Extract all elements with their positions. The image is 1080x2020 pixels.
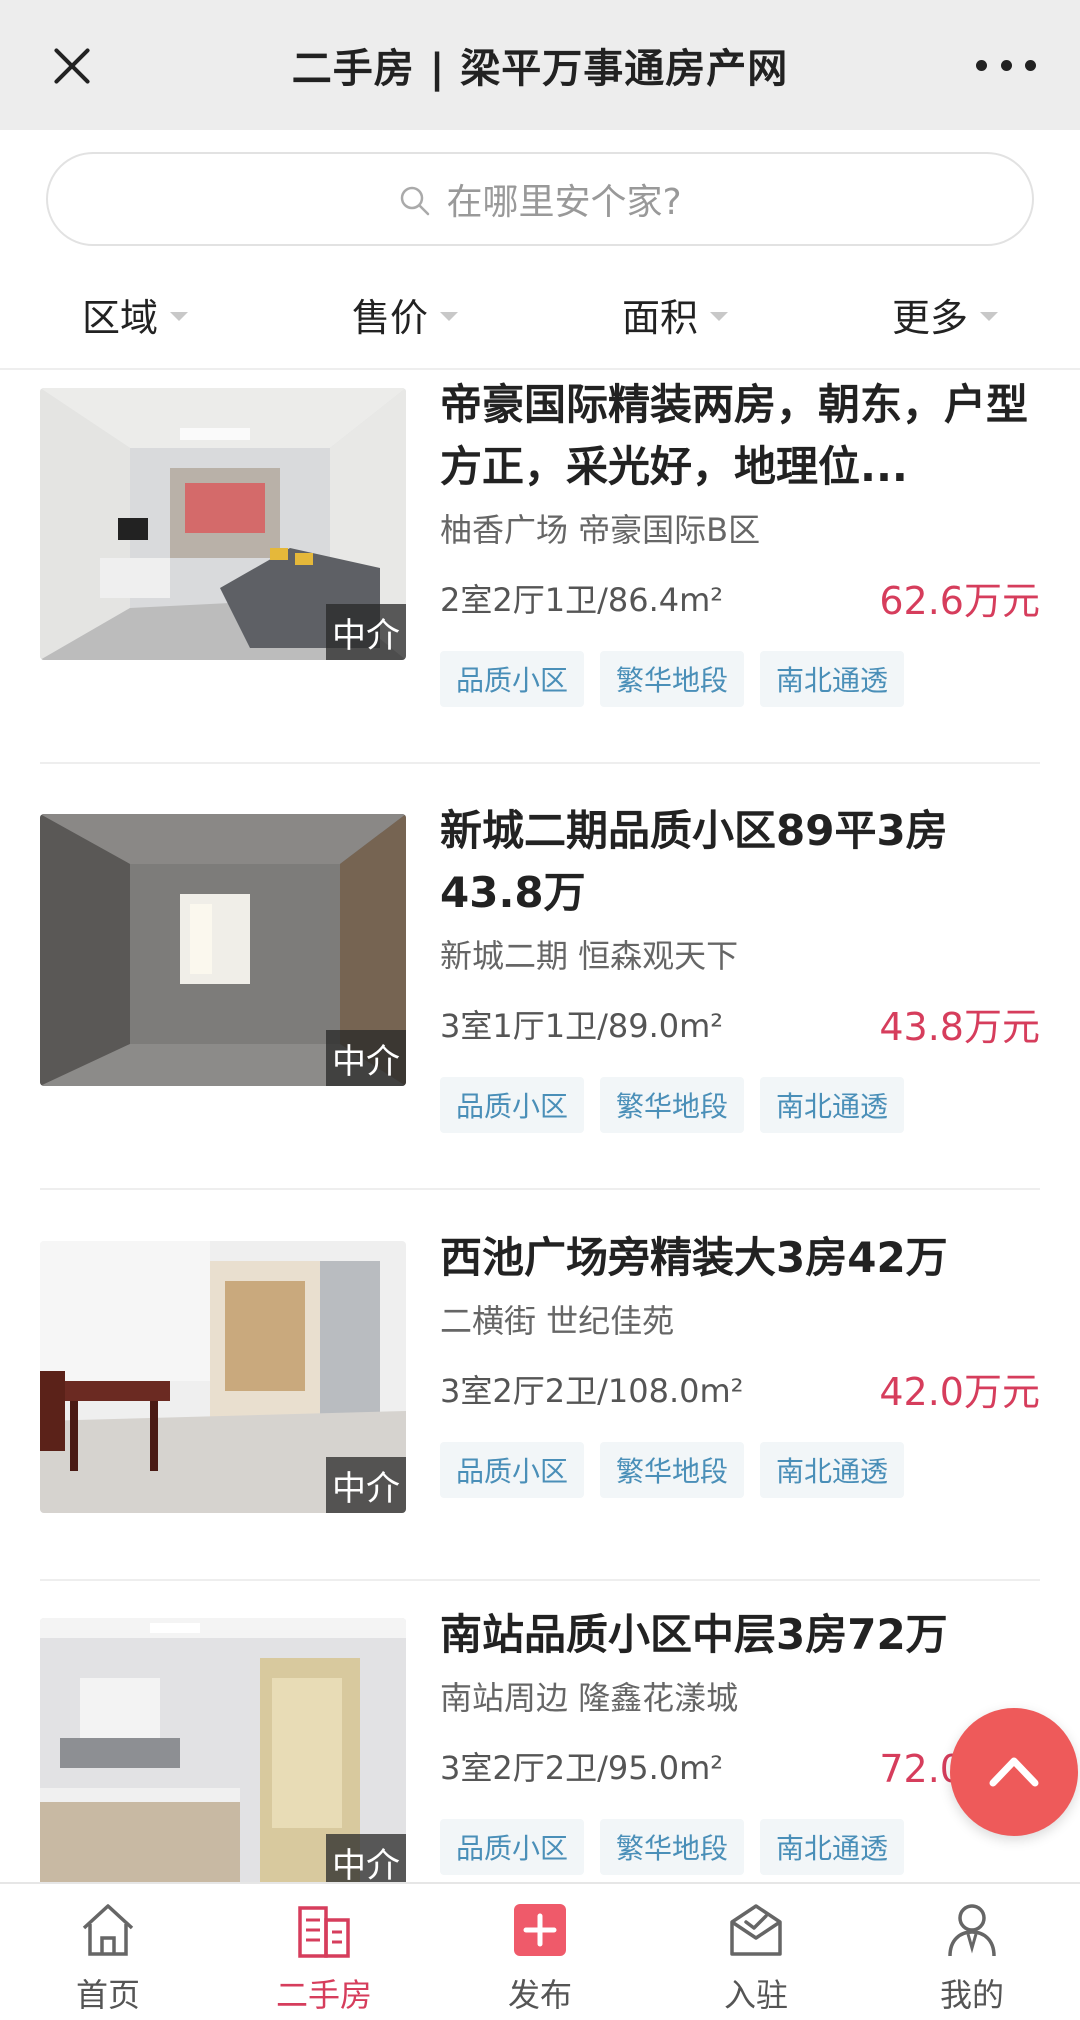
listing-tag: 南北通透 — [760, 1442, 905, 1498]
filter-size[interactable]: 面积 — [540, 260, 810, 368]
listing-tag: 南北通透 — [760, 1077, 905, 1133]
listing-spec: 3室1厅1卫/89.0m² — [440, 1006, 724, 1045]
listing-tag: 繁华地段 — [600, 1442, 745, 1498]
search-icon — [398, 184, 430, 216]
listing-tag: 繁华地段 — [600, 1077, 745, 1133]
close-icon[interactable] — [48, 42, 96, 90]
listing-tag: 品质小区 — [440, 1442, 585, 1498]
listing-photo: 中介 — [40, 388, 406, 660]
bottom-nav: 首页 二手房 发布 入驻 我的 — [0, 1882, 1080, 2020]
listing-photo: 中介 — [40, 1618, 406, 1882]
search-input[interactable]: 在哪里安个家? — [46, 152, 1034, 246]
listing-title: 西池广场旁精装大3房42万 — [440, 1233, 948, 1282]
home-icon — [82, 1904, 134, 1956]
agent-badge: 中介 — [326, 1457, 406, 1513]
nav-join[interactable]: 入驻 — [648, 1884, 864, 2020]
nav-label: 发布 — [507, 1976, 572, 2014]
listing-tag: 南北通透 — [760, 651, 905, 707]
listing-spec: 3室2厅2卫/108.0m² — [440, 1371, 744, 1410]
agent-badge: 中介 — [326, 604, 406, 660]
listing-tag: 品质小区 — [440, 1077, 585, 1133]
nav-label: 我的 — [939, 1976, 1004, 2014]
nav-secondhand[interactable]: 二手房 — [216, 1884, 432, 2020]
listing-title: 南站品质小区中层3房72万 — [440, 1610, 948, 1659]
search-placeholder: 在哪里安个家? — [446, 182, 682, 223]
page-title: 二手房 | 梁平万事通房产网 — [291, 46, 789, 92]
listing-location: 南站周边 隆鑫花漾城 — [440, 1679, 739, 1717]
nav-home[interactable]: 首页 — [0, 1884, 216, 2020]
listing-item[interactable]: 中介 新城二期品质小区89平3房43.8万 新城二期 恒森观天下 3室1厅1卫/… — [40, 800, 1040, 1220]
listing-spec: 3室2厅2卫/95.0m² — [440, 1748, 724, 1787]
nav-label: 入驻 — [723, 1976, 788, 2014]
filter-label: 更多 — [891, 295, 968, 340]
divider — [40, 762, 1040, 764]
listing-title: 帝豪国际精装两房，朝东，户型方正，采光好，地理位... — [440, 380, 1029, 491]
caret-down-icon — [440, 311, 458, 321]
mail-check-icon — [730, 1904, 782, 1956]
divider — [40, 1188, 1040, 1190]
listing-spec: 2室2厅1卫/86.4m² — [440, 580, 724, 619]
listing-price: 62.6万元 — [879, 579, 1040, 623]
listing-price: 43.8万元 — [879, 1005, 1040, 1049]
back-to-top-button[interactable] — [950, 1708, 1078, 1836]
listing-tag: 南北通透 — [760, 1819, 905, 1875]
listing-info: 帝豪国际精装两房，朝东，户型方正，采光好，地理位... 柚香广场 帝豪国际B区 … — [440, 374, 1040, 707]
plus-icon — [514, 1904, 566, 1956]
user-icon — [948, 1904, 996, 1957]
listing-tag: 品质小区 — [440, 1819, 585, 1875]
listing-location: 柚香广场 帝豪国际B区 — [440, 511, 761, 549]
listing-location: 新城二期 恒森观天下 — [440, 937, 739, 975]
nav-mine[interactable]: 我的 — [864, 1884, 1080, 2020]
caret-down-icon — [170, 311, 188, 321]
listing-price: 42.0万元 — [879, 1370, 1040, 1414]
agent-badge: 中介 — [326, 1834, 406, 1882]
nav-publish[interactable]: 发布 — [432, 1884, 648, 2020]
listing-info: 新城二期品质小区89平3房43.8万 新城二期 恒森观天下 3室1厅1卫/89.… — [440, 800, 1040, 1133]
listing-location: 二横街 世纪佳苑 — [440, 1302, 675, 1340]
filter-label: 区域 — [81, 295, 158, 340]
caret-down-icon — [710, 311, 728, 321]
listing-tag: 繁华地段 — [600, 1819, 745, 1875]
listing-info: 西池广场旁精装大3房42万 二横街 世纪佳苑 3室2厅2卫/108.0m² 42… — [440, 1227, 1040, 1498]
filter-label: 面积 — [621, 295, 698, 340]
building-icon — [298, 1906, 350, 1958]
caret-down-icon — [980, 311, 998, 321]
filter-region[interactable]: 区域 — [0, 260, 270, 368]
listing-item[interactable]: 中介 帝豪国际精装两房，朝东，户型方正，采光好，地理位... 柚香广场 帝豪国际… — [40, 374, 1040, 794]
agent-badge: 中介 — [326, 1030, 406, 1086]
listing-info: 南站品质小区中层3房72万 南站周边 隆鑫花漾城 3室2厅2卫/95.0m² 7… — [440, 1604, 1040, 1875]
listing-title: 新城二期品质小区89平3房43.8万 — [440, 806, 948, 917]
top-bar: 二手房 | 梁平万事通房产网 — [0, 0, 1080, 130]
listing-item[interactable]: 中介 西池广场旁精装大3房42万 二横街 世纪佳苑 3室2厅2卫/108.0m²… — [40, 1227, 1040, 1607]
listing-list: 中介 帝豪国际精装两房，朝东，户型方正，采光好，地理位... 柚香广场 帝豪国际… — [0, 372, 1080, 1882]
filter-label: 售价 — [351, 295, 428, 340]
divider — [40, 1579, 1040, 1581]
nav-label: 二手房 — [275, 1976, 372, 2014]
chevron-up-icon — [989, 1757, 1039, 1787]
listing-photo: 中介 — [40, 1241, 406, 1513]
filter-more[interactable]: 更多 — [810, 260, 1080, 368]
listing-tag: 繁华地段 — [600, 651, 745, 707]
filter-price[interactable]: 售价 — [270, 260, 540, 368]
listing-item[interactable]: 中介 南站品质小区中层3房72万 南站周边 隆鑫花漾城 3室2厅2卫/95.0m… — [40, 1604, 1040, 1882]
nav-label: 首页 — [75, 1976, 140, 2014]
listing-photo: 中介 — [40, 814, 406, 1086]
listing-tag: 品质小区 — [440, 651, 585, 707]
filter-bar: 区域 售价 面积 更多 — [0, 260, 1080, 370]
more-options-icon[interactable] — [976, 60, 1036, 72]
